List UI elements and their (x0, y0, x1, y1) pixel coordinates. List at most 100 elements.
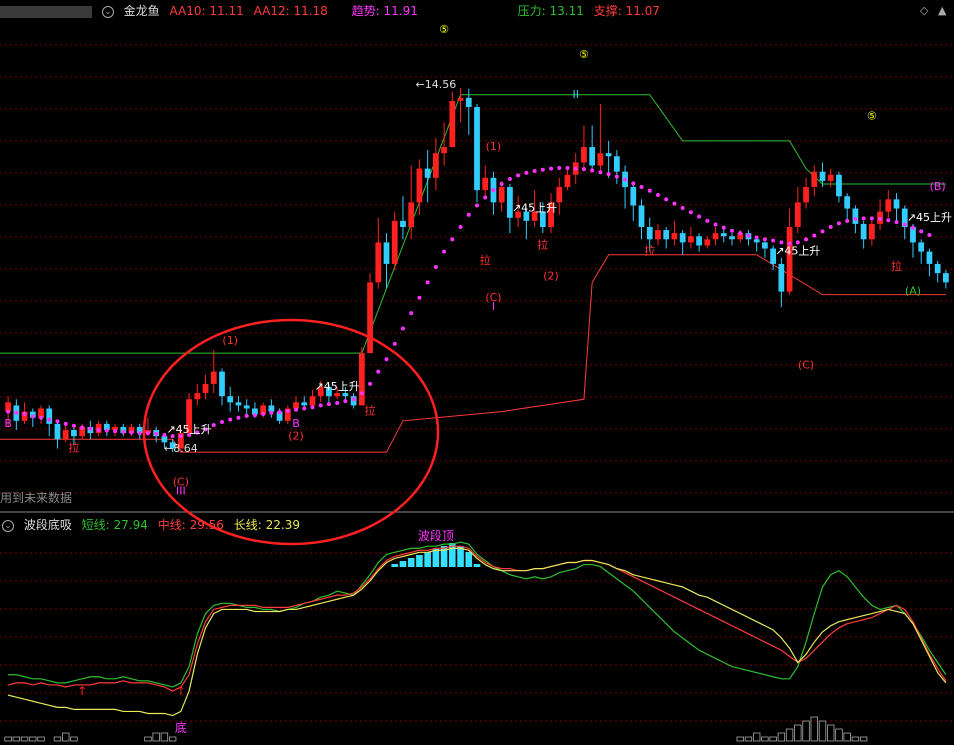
ma-dot (861, 216, 866, 221)
candle-body (367, 282, 373, 354)
histogram-bar (769, 736, 777, 742)
candle-body (342, 393, 349, 397)
histogram-bar (407, 558, 415, 567)
ma-dot (252, 413, 257, 418)
ma-dot (63, 421, 68, 426)
candle-body (408, 202, 415, 228)
aa12-value: AA12: 11.18 (253, 4, 328, 18)
ma-dot (211, 423, 216, 428)
candle-body (679, 233, 686, 243)
ma-dot (705, 218, 710, 223)
histogram-bar (416, 555, 423, 567)
ma-dot (384, 357, 389, 362)
sub-header: ⌄ 波段底吸 短线: 27.94 中线: 29.56 长线: 22.39 (0, 514, 954, 536)
ma-dot (351, 397, 356, 402)
ma-dot (878, 217, 883, 222)
ma-dot (137, 431, 142, 436)
ma-dot (335, 400, 340, 405)
candle-body (630, 187, 637, 206)
candle-body (860, 223, 867, 240)
histogram-bar (424, 552, 431, 567)
candle-body (391, 220, 398, 264)
ma-dot (771, 238, 776, 243)
histogram-bar (29, 736, 37, 742)
ma-dot (845, 218, 850, 223)
ma-dot (713, 222, 718, 227)
wave-label: 拉 (891, 259, 902, 273)
ma-dot (392, 341, 397, 346)
candle-body (918, 242, 925, 252)
ma-dot (886, 218, 891, 223)
ma-dot (466, 212, 471, 217)
candle-body (671, 233, 678, 240)
chart-canvas[interactable]: B拉 ←8.64↗45上升(C)III(1)B(2)↗45上升拉←14.56⑤拉(… (0, 0, 954, 745)
ma-dot (442, 249, 447, 254)
candle-body (194, 393, 201, 400)
candle-body (605, 153, 612, 157)
ma-dot (458, 225, 463, 230)
ma-dot (557, 165, 562, 170)
ma-dot (647, 188, 652, 193)
candle-body (564, 174, 571, 188)
ma-dot (475, 203, 479, 208)
histogram-bar (465, 552, 473, 567)
mid-line-value: 中线: 29.56 (157, 518, 224, 532)
histogram-bar (752, 732, 761, 742)
candle-body (696, 236, 702, 246)
candle-body (309, 396, 316, 406)
candle-body (778, 263, 785, 292)
ma-dot (302, 406, 307, 411)
ma-dot (318, 403, 323, 408)
candle-body (227, 396, 234, 403)
wave-label: ↗45上升 (775, 245, 820, 258)
wave-label: (A) (905, 285, 921, 298)
candle-body (712, 233, 719, 240)
candle-body (581, 147, 587, 163)
ma-dot (762, 237, 767, 242)
candle-body (449, 100, 456, 148)
histogram-bar (785, 728, 794, 742)
ma-dot (623, 177, 628, 182)
wave-label: 拉 (480, 253, 491, 267)
collapse-icon[interactable]: ⌄ (101, 5, 114, 18)
ma-dot (80, 425, 85, 430)
candle-body (836, 174, 842, 197)
settings-diamond-icon[interactable]: ◇ (920, 4, 928, 17)
ma-dot (869, 216, 874, 221)
ma-dot (919, 229, 924, 234)
ma-dot (598, 170, 603, 175)
scroll-up-icon[interactable]: ▲ (938, 4, 946, 17)
candle-body (803, 187, 809, 203)
wave-label: III (176, 485, 186, 498)
ma-dot (326, 402, 331, 407)
ma-dot (285, 408, 290, 413)
collapse-icon[interactable]: ⌄ (2, 519, 14, 532)
ma-dot (754, 235, 759, 240)
wave-label: ←14.56 (416, 78, 457, 91)
histogram-bar (802, 720, 810, 742)
candle-body (301, 402, 308, 406)
ma-dot (927, 233, 932, 238)
ma-dot (376, 369, 381, 374)
ma-dot (104, 428, 109, 433)
candle-body (375, 242, 382, 283)
candle-body (383, 242, 390, 264)
wave-label: ↗45上升 (315, 380, 360, 393)
support-value: 支撑: 11.07 (593, 4, 660, 18)
histogram-bar (794, 724, 802, 742)
main-header: ⌄ 金龙鱼 AA10: 11.11 AA12: 11.18 趋势: 11.91 … (0, 0, 954, 22)
candle-body (474, 107, 480, 191)
ma-dot (828, 225, 833, 230)
histogram-bar (818, 720, 827, 742)
ma-dot (236, 415, 241, 420)
ma-dot (294, 407, 299, 412)
ma-dot (154, 431, 159, 436)
wave-label: (1) (486, 140, 502, 153)
histogram-bar (835, 728, 843, 742)
candle-body (556, 187, 563, 203)
series-line (7, 547, 947, 717)
candle-body (54, 423, 61, 440)
ma-dot (228, 417, 233, 422)
ma-dot (145, 431, 150, 436)
histogram-bar (144, 736, 152, 742)
